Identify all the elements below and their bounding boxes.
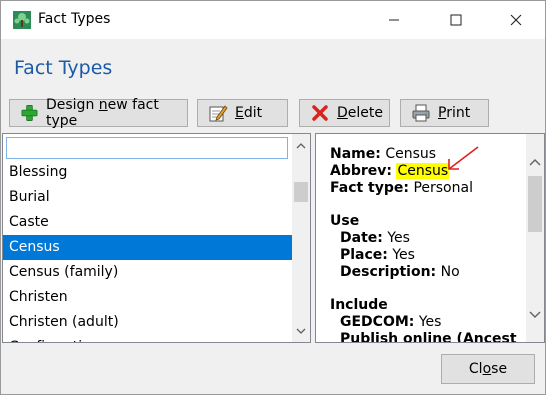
red-arrow-annotation-icon xyxy=(448,146,479,170)
list-item-christen-adult[interactable]: Christen (adult) xyxy=(3,310,292,335)
page-title: Fact Types xyxy=(14,57,113,79)
gedcom-row: GEDCOM: Yes xyxy=(340,314,442,330)
close-button-label: Close xyxy=(468,361,508,377)
list-item-census-family[interactable]: Census (family) xyxy=(3,260,292,285)
delete-button[interactable]: Delete xyxy=(299,99,390,127)
include-heading: Include xyxy=(330,297,388,313)
design-button-label: Design new fact type xyxy=(45,97,159,129)
description-row: Description: No xyxy=(340,264,460,280)
list-item-census-selected[interactable]: Census xyxy=(3,235,292,260)
edit-button[interactable]: Edit xyxy=(197,99,288,127)
fact-type-items: Blessing Burial Caste Census Census (fam… xyxy=(3,160,292,342)
close-icon xyxy=(510,14,522,26)
scroll-down-arrow-icon[interactable] xyxy=(292,322,310,339)
delete-x-icon xyxy=(312,105,328,121)
window-title: Fact Types xyxy=(38,11,111,27)
details-scroll-down-arrow-icon[interactable] xyxy=(526,306,544,323)
minimize-button[interactable] xyxy=(371,1,417,39)
minimize-icon xyxy=(389,19,399,21)
use-heading: Use xyxy=(330,213,360,229)
maximize-button[interactable] xyxy=(433,1,479,39)
search-input[interactable] xyxy=(6,137,288,159)
fact-details-panel: Name: Census Abbrev: Census Fact type: P… xyxy=(315,133,545,343)
abbrev-highlight: Census xyxy=(396,163,450,179)
fact-types-dialog: Fact Types Fact Types Design new fact ty… xyxy=(0,0,546,395)
list-item-caste[interactable]: Caste xyxy=(3,210,292,235)
details-scrollbar[interactable] xyxy=(526,134,544,342)
print-button-label: Print xyxy=(438,105,471,121)
list-item-confirmation[interactable]: Confirmation xyxy=(3,335,292,342)
details-scroll-up-arrow-icon[interactable] xyxy=(526,154,544,171)
fact-type-row: Fact type: Personal xyxy=(330,180,473,196)
details-content: Name: Census Abbrev: Census Fact type: P… xyxy=(330,146,517,343)
list-item-christen[interactable]: Christen xyxy=(3,285,292,310)
edit-button-label: Edit xyxy=(235,105,263,121)
details-scroll-thumb[interactable] xyxy=(528,176,542,232)
fact-type-list[interactable]: Blessing Burial Caste Census Census (fam… xyxy=(2,133,311,343)
app-tree-icon xyxy=(13,11,31,29)
list-scrollbar[interactable] xyxy=(292,134,310,342)
abbrev-row: Abbrev: Census xyxy=(330,163,450,179)
print-button[interactable]: Print xyxy=(400,99,489,127)
edit-pencil-icon xyxy=(209,105,228,122)
name-row: Name: Census xyxy=(330,146,437,162)
maximize-icon xyxy=(450,14,462,26)
date-row: Date: Yes xyxy=(340,230,410,246)
list-item-blessing[interactable]: Blessing xyxy=(3,160,292,185)
scroll-up-arrow-icon[interactable] xyxy=(292,137,310,154)
design-new-fact-type-button[interactable]: Design new fact type xyxy=(9,97,188,129)
close-window-button[interactable] xyxy=(493,1,539,39)
place-row: Place: Yes xyxy=(340,247,415,263)
list-scroll-thumb[interactable] xyxy=(294,182,308,202)
title-bar: Fact Types xyxy=(1,1,545,39)
list-item-burial[interactable]: Burial xyxy=(3,185,292,210)
close-button[interactable]: Close xyxy=(441,354,535,384)
printer-icon xyxy=(412,104,430,122)
publish-online-row: Publish online (Ancest xyxy=(340,331,517,343)
delete-button-label: Delete xyxy=(337,105,383,121)
plus-icon xyxy=(21,105,38,121)
